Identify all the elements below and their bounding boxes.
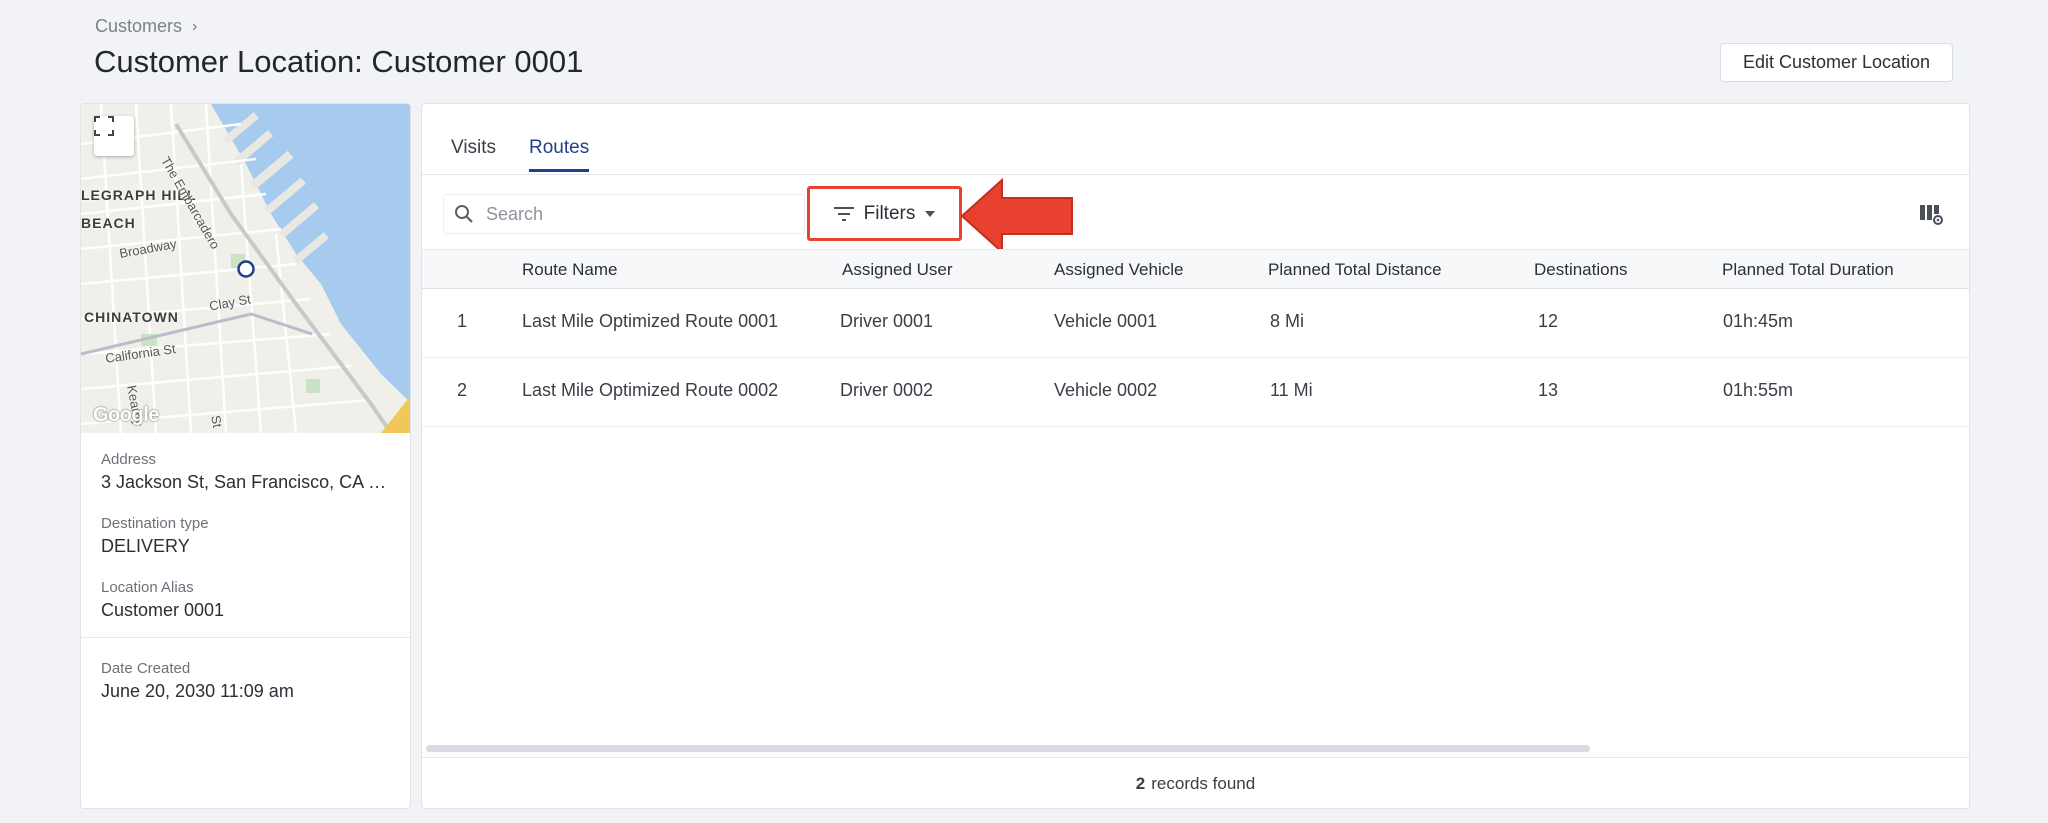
location-details-card: LEGRAPH HILL BEACH CHINATOWN The Embarca…	[80, 103, 411, 809]
filter-icon	[833, 206, 854, 221]
records-text: records found	[1151, 774, 1256, 793]
date-created-value: June 20, 2030 11:09 am	[101, 681, 294, 701]
search-input[interactable]	[486, 203, 786, 225]
highlight-arrow-icon	[960, 177, 1073, 255]
map-label-chinatown: CHINATOWN	[84, 309, 179, 325]
tab-routes[interactable]: Routes	[529, 137, 590, 172]
toolbar: Filters	[422, 176, 1969, 255]
records-count: 2	[1135, 774, 1146, 793]
search-icon	[455, 205, 473, 223]
location-map[interactable]: LEGRAPH HILL BEACH CHINATOWN The Embarca…	[81, 104, 410, 433]
column-header[interactable]: Planned Total Duration	[1722, 260, 1894, 280]
map-street-st: St	[208, 414, 226, 429]
breadcrumb-customers-link[interactable]: Customers	[95, 16, 182, 37]
row-index: 1	[457, 311, 468, 331]
table-header: Route Name Assigned User Assigned Vehicl…	[422, 249, 1969, 289]
address-label: Address	[101, 451, 157, 468]
table-row[interactable]: 2 Last Mile Optimized Route 0002 Driver …	[422, 358, 1969, 427]
filters-label: Filters	[863, 202, 916, 224]
breadcrumb: Customers ›	[95, 16, 197, 37]
planned-distance: 8 Mi	[1270, 311, 1305, 331]
assigned-user: Driver 0001	[840, 311, 934, 331]
column-header[interactable]: Assigned Vehicle	[1054, 260, 1183, 280]
column-header[interactable]: Destinations	[1534, 260, 1628, 280]
chevron-right-icon: ›	[192, 17, 198, 35]
date-info: Date Created June 20, 2030 11:09 am	[81, 638, 410, 724]
column-header[interactable]: Assigned User	[842, 260, 953, 280]
filters-button[interactable]: Filters	[807, 186, 962, 241]
address-value: 3 Jackson St, San Francisco, CA 9...	[101, 472, 390, 492]
destination-type-value: DELIVERY	[101, 536, 190, 556]
records-footer: 2 records found	[422, 757, 1969, 808]
fullscreen-icon	[94, 116, 114, 136]
destinations-count: 12	[1538, 311, 1559, 331]
destination-type-label: Destination type	[101, 515, 209, 532]
location-alias-value: Customer 0001	[101, 600, 225, 620]
planned-duration: 01h:45m	[1723, 311, 1794, 331]
column-settings-icon[interactable]	[1919, 202, 1945, 228]
search-box[interactable]	[443, 194, 805, 234]
assigned-user: Driver 0002	[840, 380, 934, 400]
tab-bar: Visits Routes	[422, 104, 1969, 175]
route-name[interactable]: Last Mile Optimized Route 0002	[522, 380, 778, 401]
location-info: Address 3 Jackson St, San Francisco, CA …	[81, 433, 410, 621]
route-name[interactable]: Last Mile Optimized Route 0001	[522, 311, 778, 332]
date-created-label: Date Created	[101, 660, 191, 677]
location-alias-label: Location Alias	[101, 579, 194, 596]
column-header[interactable]: Route Name	[522, 260, 617, 280]
assigned-vehicle: Vehicle 0001	[1054, 311, 1158, 331]
horizontal-scrollbar[interactable]	[426, 745, 1590, 752]
map-label-beach: BEACH	[81, 215, 136, 231]
caret-down-icon	[925, 210, 936, 217]
assigned-vehicle: Vehicle 0002	[1054, 380, 1158, 400]
tab-visits[interactable]: Visits	[451, 137, 496, 169]
routes-panel: Visits Routes Filters	[421, 103, 1970, 809]
routes-table: Route Name Assigned User Assigned Vehicl…	[422, 249, 1969, 427]
google-logo: Google	[93, 404, 159, 426]
table-row[interactable]: 1 Last Mile Optimized Route 0001 Driver …	[422, 289, 1969, 358]
column-header[interactable]: Planned Total Distance	[1268, 260, 1442, 280]
page-title: Customer Location: Customer 0001	[94, 44, 584, 79]
destinations-count: 13	[1538, 380, 1559, 400]
edit-customer-location-button[interactable]: Edit Customer Location	[1720, 43, 1953, 82]
planned-distance: 11 Mi	[1270, 380, 1313, 400]
row-index: 2	[457, 380, 468, 400]
fullscreen-button[interactable]	[94, 116, 134, 156]
planned-duration: 01h:55m	[1723, 380, 1794, 400]
